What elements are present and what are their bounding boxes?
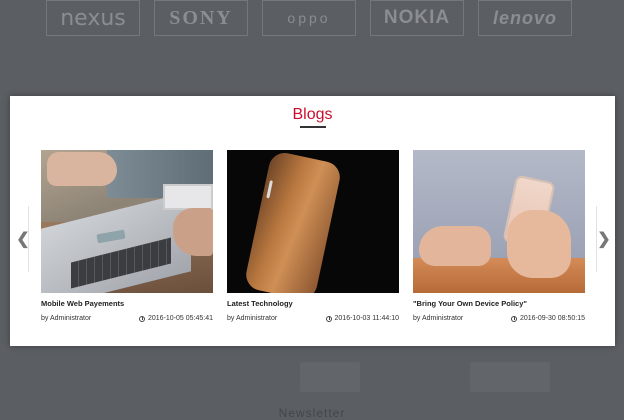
blog-post-author: by Administrator (41, 315, 92, 322)
background-block (470, 362, 550, 392)
blog-post-card: "Bring Your Own Device Policy" by Admini… (413, 150, 585, 322)
brand-logo-oppo[interactable]: oppo (262, 0, 356, 36)
blog-post-card: Latest Technology by Administrator 2016-… (227, 150, 399, 322)
blog-post-image[interactable] (227, 150, 399, 293)
brand-logo-nexus[interactable]: nexus (46, 0, 140, 36)
brand-logo-nokia[interactable]: NOKIA (370, 0, 464, 36)
blog-post-title[interactable]: "Bring Your Own Device Policy" (413, 299, 585, 308)
blogs-modal: Blogs ❮ ❯ Mobile Web Payements by Admini… (10, 96, 615, 346)
blog-post-date: 2016-09-30 08:50:15 (520, 315, 585, 322)
background-block (300, 362, 360, 392)
blog-post-title[interactable]: Mobile Web Payements (41, 299, 213, 308)
blog-post-date: 2016-10-03 11:44:10 (334, 315, 399, 322)
clock-icon (511, 315, 517, 322)
clock-icon (325, 315, 332, 322)
brand-logo-row: nexus SONY oppo NOKIA lenovo (46, 0, 572, 36)
modal-title: Blogs (292, 106, 333, 123)
blog-post-author: by Administrator (413, 315, 464, 322)
clock-icon (139, 315, 145, 322)
brand-logo-sony[interactable]: SONY (154, 0, 248, 36)
blog-post-title[interactable]: Latest Technology (227, 299, 399, 308)
blog-post-card: Mobile Web Payements by Administrator 20… (41, 150, 213, 322)
brand-logo-lenovo[interactable]: lenovo (478, 0, 572, 36)
title-underline (300, 126, 326, 128)
chevron-right-icon: ❯ (597, 231, 611, 248)
carousel-prev-button[interactable]: ❮ (16, 231, 30, 248)
carousel-next-button[interactable]: ❯ (597, 231, 611, 248)
newsletter-heading: Newsletter (278, 406, 346, 420)
blog-post-date: 2016-10-05 05:45:41 (148, 315, 213, 322)
blog-post-image[interactable] (413, 150, 585, 293)
blog-post-image[interactable] (41, 150, 213, 293)
chevron-left-icon: ❮ (16, 231, 30, 248)
blog-post-author: by Administrator (227, 315, 278, 322)
